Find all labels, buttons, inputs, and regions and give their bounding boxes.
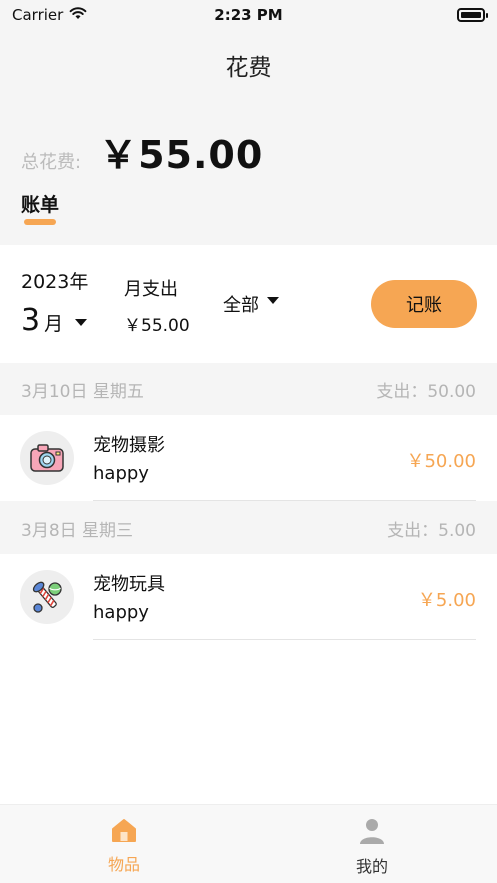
page-title: 花费 bbox=[225, 55, 272, 81]
item-note: happy bbox=[93, 463, 149, 484]
list-item[interactable]: 宠物玩具 happy ￥5.00 bbox=[0, 554, 497, 640]
total-spend: 总花费: ￥55.00 bbox=[21, 124, 263, 179]
chevron-down-icon bbox=[75, 319, 88, 326]
total-value: ￥55.00 bbox=[99, 133, 264, 177]
pet-toy-icon bbox=[20, 570, 74, 624]
tab-home[interactable]: 物品 bbox=[84, 817, 164, 875]
day-header: 3月10日 星期五 支出：50.00 bbox=[0, 363, 497, 415]
record-button[interactable]: 记账 bbox=[371, 280, 477, 328]
day-date: 3月10日 星期五 bbox=[21, 381, 144, 402]
list-background bbox=[0, 640, 497, 804]
item-name: 宠物摄影 bbox=[93, 435, 165, 456]
tab-home-label: 物品 bbox=[107, 855, 140, 874]
day-header: 3月8日 星期三 支出：5.00 bbox=[0, 502, 497, 554]
item-name: 宠物玩具 bbox=[93, 574, 165, 595]
divider bbox=[93, 500, 476, 501]
carrier-label: Carrier bbox=[12, 6, 64, 24]
item-note: happy bbox=[93, 602, 149, 623]
battery-icon bbox=[457, 8, 488, 22]
wifi-icon bbox=[69, 6, 87, 24]
tab-bar: 物品 我的 bbox=[0, 804, 497, 883]
monthly-expense-label: 月支出 bbox=[124, 279, 178, 300]
filter-label: 全部 bbox=[223, 295, 259, 316]
day-total: 支出：50.00 bbox=[376, 381, 476, 402]
home-icon bbox=[110, 819, 138, 847]
month-summary: 2023年 3 月 月支出 ￥55.00 全部 记账 bbox=[0, 245, 497, 363]
category-filter[interactable]: 全部 bbox=[223, 291, 279, 317]
month-unit: 月 bbox=[44, 313, 64, 335]
status-bar: Carrier 2:23 PM bbox=[0, 0, 497, 30]
tab-me-label: 我的 bbox=[355, 857, 388, 876]
month-number: 3 bbox=[21, 303, 41, 338]
day-date: 3月8日 星期三 bbox=[21, 520, 134, 541]
chevron-down-icon bbox=[267, 296, 279, 304]
year-label[interactable]: 2023年 bbox=[21, 267, 88, 294]
item-amount: ￥5.00 bbox=[417, 590, 476, 611]
monthly-expense-value: ￥55.00 bbox=[124, 316, 190, 336]
tab-indicator bbox=[24, 219, 56, 225]
user-icon bbox=[358, 819, 386, 849]
item-amount: ￥50.00 bbox=[406, 451, 476, 472]
camera-icon bbox=[20, 431, 74, 485]
day-total: 支出：5.00 bbox=[387, 520, 476, 541]
tab-me[interactable]: 我的 bbox=[332, 817, 412, 877]
month-picker[interactable]: 3 月 bbox=[21, 303, 88, 338]
list-item[interactable]: 宠物摄影 happy ￥50.00 bbox=[0, 415, 497, 501]
total-label: 总花费: bbox=[21, 152, 82, 173]
tab-bill[interactable]: 账单 bbox=[21, 190, 59, 217]
